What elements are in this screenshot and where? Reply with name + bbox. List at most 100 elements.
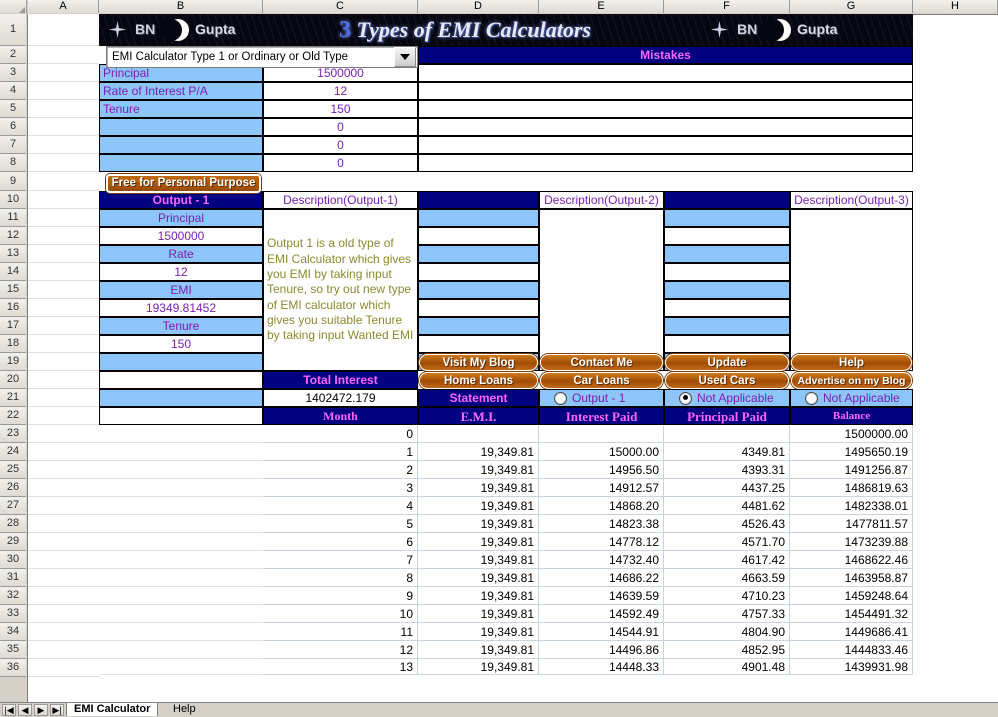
insert-sheet-icon[interactable] — [212, 703, 242, 716]
output1-label-2[interactable]: Rate — [99, 245, 263, 263]
output3-cell-3[interactable] — [664, 245, 790, 263]
table-cell-r1-c3[interactable]: 4349.81 — [664, 443, 790, 461]
column-header-a[interactable]: A — [28, 0, 99, 13]
row-header-10[interactable]: 10 — [0, 191, 26, 209]
row-header-6[interactable]: 6 — [0, 118, 26, 136]
table-cell-r5-c0[interactable]: 5 — [263, 515, 418, 533]
table-cell-r0-c3[interactable] — [664, 425, 790, 443]
total-interest-value[interactable]: 1402472.179 — [263, 389, 418, 407]
row-header-33[interactable]: 33 — [0, 605, 26, 623]
table-cell-r1-c0[interactable]: 1 — [263, 443, 418, 461]
output1-label-6[interactable] — [99, 389, 263, 407]
cell-a4[interactable] — [28, 82, 99, 100]
row-header-26[interactable]: 26 — [0, 479, 26, 497]
input-value-4[interactable]: 0 — [263, 118, 418, 136]
table-cell-r9-c2[interactable]: 14639.59 — [539, 587, 664, 605]
table-cell-r10-c3[interactable]: 4757.33 — [664, 605, 790, 623]
cell-a10[interactable] — [28, 191, 99, 209]
table-cell-r10-c1[interactable]: 19,349.81 — [418, 605, 539, 623]
table-cell-r3-c0[interactable]: 3 — [263, 479, 418, 497]
sheet-nav-buttons[interactable]: |◀ ◀ ▶ ▶| — [2, 704, 64, 716]
row-header-36[interactable]: 36 — [0, 659, 26, 677]
cell-a34[interactable] — [28, 623, 99, 641]
radio-option-2[interactable]: Not Applicable — [664, 389, 790, 407]
cell-a27[interactable] — [28, 497, 99, 515]
row-header-13[interactable]: 13 — [0, 245, 26, 263]
cell-b27[interactable] — [99, 497, 263, 515]
row-header-8[interactable]: 8 — [0, 154, 26, 172]
table-cell-r6-c1[interactable]: 19,349.81 — [418, 533, 539, 551]
row-header-11[interactable]: 11 — [0, 209, 26, 227]
output1-value-6[interactable] — [99, 407, 263, 425]
cell-b36[interactable] — [99, 659, 263, 675]
output1-label-1[interactable]: Principal — [99, 209, 263, 227]
output1-label-4[interactable]: Tenure — [99, 317, 263, 335]
table-cell-r4-c2[interactable]: 14868.20 — [539, 497, 664, 515]
output3-cell-5[interactable] — [664, 281, 790, 299]
column-header-d[interactable]: D — [418, 0, 539, 13]
column-header-f[interactable]: F — [664, 0, 790, 13]
output3-cell-4[interactable] — [664, 263, 790, 281]
table-cell-r11-c3[interactable]: 4804.90 — [664, 623, 790, 641]
cell-b29[interactable] — [99, 533, 263, 551]
table-cell-r1-c2[interactable]: 15000.00 — [539, 443, 664, 461]
mistake-value-4[interactable] — [418, 118, 913, 136]
output3-cell-6[interactable] — [664, 299, 790, 317]
mistake-value-1[interactable] — [418, 64, 913, 82]
row-header-32[interactable]: 32 — [0, 587, 26, 605]
row-header-12[interactable]: 12 — [0, 227, 26, 245]
cell-b33[interactable] — [99, 605, 263, 623]
radio-icon[interactable] — [554, 391, 567, 405]
cell-a30[interactable] — [28, 551, 99, 569]
output3-cell-2[interactable] — [664, 227, 790, 245]
table-cell-r11-c4[interactable]: 1449686.41 — [790, 623, 913, 641]
row-header-28[interactable]: 28 — [0, 515, 26, 533]
table-cell-r10-c2[interactable]: 14592.49 — [539, 605, 664, 623]
cell-a31[interactable] — [28, 569, 99, 587]
table-cell-r8-c4[interactable]: 1463958.87 — [790, 569, 913, 587]
table-cell-r12-c1[interactable]: 19,349.81 — [418, 641, 539, 659]
table-cell-r3-c4[interactable]: 1486819.63 — [790, 479, 913, 497]
cell-a24[interactable] — [28, 443, 99, 461]
row-header-35[interactable]: 35 — [0, 641, 26, 659]
table-cell-r8-c2[interactable]: 14686.22 — [539, 569, 664, 587]
row-header-24[interactable]: 24 — [0, 443, 26, 461]
row-header-27[interactable]: 27 — [0, 497, 26, 515]
cell-b23[interactable] — [99, 425, 263, 443]
row-header-25[interactable]: 25 — [0, 461, 26, 479]
table-cell-r13-c0[interactable]: 13 — [263, 659, 418, 675]
cell-a2[interactable] — [28, 46, 99, 64]
mistake-value-2[interactable] — [418, 82, 913, 100]
row-header-31[interactable]: 31 — [0, 569, 26, 587]
cell-a15[interactable] — [28, 281, 99, 299]
table-cell-r2-c0[interactable]: 2 — [263, 461, 418, 479]
column-header-b[interactable]: B — [99, 0, 263, 13]
output2-cell-8[interactable] — [418, 335, 539, 353]
table-cell-r12-c3[interactable]: 4852.95 — [664, 641, 790, 659]
row-header-20[interactable]: 20 — [0, 371, 26, 389]
output1-value-3[interactable]: 19349.81452 — [99, 299, 263, 317]
button-update[interactable]: Update — [665, 354, 789, 371]
cell-a28[interactable] — [28, 515, 99, 533]
row-header-14[interactable]: 14 — [0, 263, 26, 281]
output2-cell-5[interactable] — [418, 281, 539, 299]
button-help[interactable]: Help — [791, 354, 912, 371]
row-header-16[interactable]: 16 — [0, 299, 26, 317]
table-cell-r2-c4[interactable]: 1491256.87 — [790, 461, 913, 479]
radio-icon[interactable] — [805, 391, 818, 405]
table-cell-r11-c0[interactable]: 11 — [263, 623, 418, 641]
cell-a33[interactable] — [28, 605, 99, 623]
button-contact-me[interactable]: Contact Me — [540, 354, 663, 371]
cell-a36[interactable] — [28, 659, 99, 677]
table-cell-r9-c3[interactable]: 4710.23 — [664, 587, 790, 605]
output3-cell-8[interactable] — [664, 335, 790, 353]
cell-b30[interactable] — [99, 551, 263, 569]
output1-value-5[interactable] — [99, 371, 263, 389]
table-cell-r13-c3[interactable]: 4901.48 — [664, 659, 790, 675]
table-cell-r3-c3[interactable]: 4437.25 — [664, 479, 790, 497]
first-sheet-icon[interactable]: |◀ — [2, 704, 16, 716]
table-cell-r12-c2[interactable]: 14496.86 — [539, 641, 664, 659]
row-header-30[interactable]: 30 — [0, 551, 26, 569]
table-cell-r11-c1[interactable]: 19,349.81 — [418, 623, 539, 641]
cell-b35[interactable] — [99, 641, 263, 659]
